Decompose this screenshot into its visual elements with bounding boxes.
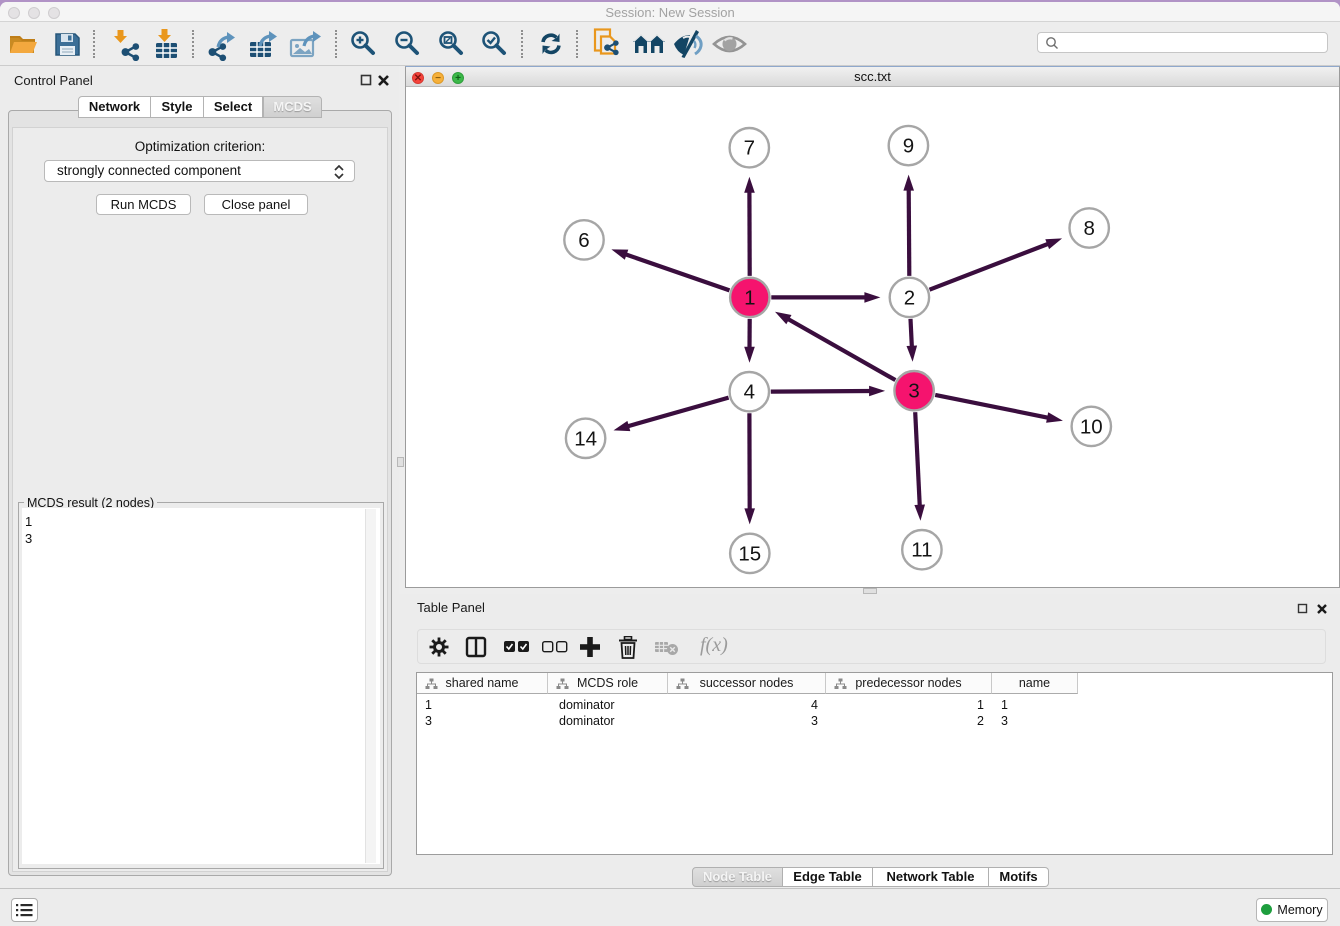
- svg-text:4: 4: [744, 381, 755, 404]
- svg-text:8: 8: [1083, 217, 1094, 240]
- svg-text:9: 9: [903, 135, 914, 158]
- svg-text:1: 1: [744, 286, 755, 309]
- svg-text:2: 2: [904, 286, 915, 309]
- svg-text:3: 3: [908, 380, 919, 403]
- svg-text:10: 10: [1080, 415, 1103, 438]
- svg-text:15: 15: [738, 542, 761, 565]
- svg-text:14: 14: [574, 427, 597, 450]
- svg-text:6: 6: [578, 229, 589, 252]
- svg-text:11: 11: [911, 539, 932, 562]
- svg-text:7: 7: [744, 137, 755, 160]
